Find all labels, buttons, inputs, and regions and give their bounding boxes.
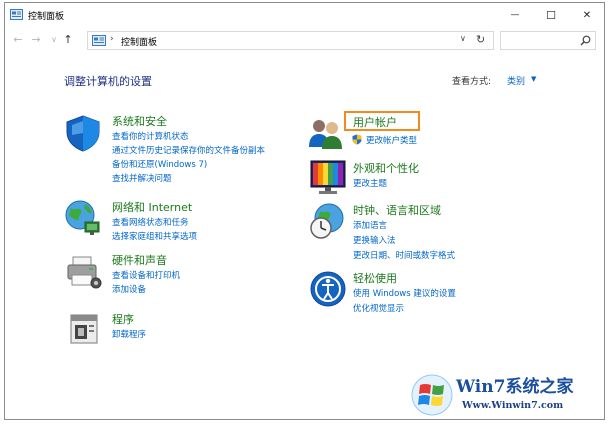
window-title: 控制面板 [28, 12, 65, 22]
link-change-input-method[interactable]: 更换输入法 [353, 234, 396, 246]
refresh-icon[interactable]: ↻ [476, 33, 485, 46]
category-user-accounts[interactable]: 用户帐户 [353, 114, 397, 130]
category-clock-language-region[interactable]: 时钟、语言和区域 [353, 202, 441, 218]
programs-icon[interactable] [65, 307, 105, 347]
category-hardware-sound[interactable]: 硬件和声音 [112, 252, 167, 268]
users-icon[interactable] [305, 113, 345, 153]
link-backup-restore[interactable]: 备份和还原(Windows 7) [112, 158, 207, 170]
link-network-status[interactable]: 查看网络状态和任务 [112, 216, 189, 228]
forward-arrow-icon[interactable]: → [29, 33, 43, 47]
search-input[interactable] [500, 31, 596, 50]
category-programs[interactable]: 程序 [112, 311, 134, 327]
control-panel-window: 控制面板 — ☐ ✕ ← → ∨ ↑ › 控制面板 ∨ ↻ 调整计算机的设置 查… [4, 2, 605, 420]
link-homegroup-sharing[interactable]: 选择家庭组和共享选项 [112, 230, 197, 242]
address-bar[interactable]: › 控制面板 ∨ ↻ [87, 31, 494, 50]
windows-flag-icon [411, 374, 453, 416]
view-by-dropdown-arrow-icon[interactable]: ▼ [531, 75, 536, 83]
control-panel-icon [10, 9, 23, 20]
view-by-label: 查看方式: [452, 77, 492, 87]
maximize-icon: ☐ [546, 8, 556, 22]
watermark-logo: Win7系统之家 Www.Winwin7.com [408, 370, 605, 420]
network-globe-icon[interactable] [63, 198, 103, 238]
link-troubleshoot[interactable]: 查找并解决问题 [112, 172, 172, 184]
ease-of-access-icon[interactable] [308, 269, 348, 309]
minimize-icon: — [510, 10, 520, 20]
view-by-dropdown[interactable]: 类别 [507, 74, 525, 87]
link-add-device[interactable]: 添加设备 [112, 283, 146, 295]
breadcrumb-separator-icon: › [110, 34, 114, 44]
link-optimize-visual-display[interactable]: 优化视觉显示 [353, 302, 404, 314]
close-button[interactable]: ✕ [569, 3, 604, 27]
uac-shield-icon [352, 134, 362, 145]
printer-icon[interactable] [63, 251, 103, 291]
link-devices-printers[interactable]: 查看设备和打印机 [112, 269, 180, 281]
back-arrow-icon[interactable]: ← [11, 33, 25, 47]
search-icon[interactable] [580, 35, 591, 46]
breadcrumb-control-panel[interactable]: 控制面板 [121, 35, 157, 48]
link-recommended-settings[interactable]: 使用 Windows 建议的设置 [353, 287, 456, 299]
appearance-monitor-icon[interactable] [308, 157, 348, 197]
category-appearance-personalization[interactable]: 外观和个性化 [353, 160, 419, 176]
close-icon: ✕ [582, 9, 592, 21]
control-panel-icon [92, 35, 106, 46]
link-view-computer-status[interactable]: 查看你的计算机状态 [112, 130, 189, 142]
watermark-brand: Win7系统之家 [456, 377, 574, 397]
recent-locations-chevron-icon[interactable]: ∨ [47, 33, 61, 47]
category-system-security[interactable]: 系统和安全 [112, 113, 167, 129]
address-dropdown-icon[interactable]: ∨ [460, 34, 466, 43]
watermark-url: Www.Winwin7.com [462, 400, 564, 411]
link-uninstall-program[interactable]: 卸载程序 [112, 328, 146, 340]
page-title: 调整计算机的设置 [64, 75, 152, 88]
up-arrow-icon[interactable]: ↑ [61, 33, 75, 47]
link-change-account-type[interactable]: 更改帐户类型 [366, 134, 417, 146]
category-ease-of-access[interactable]: 轻松使用 [353, 270, 397, 286]
link-change-theme[interactable]: 更改主题 [353, 177, 387, 189]
shield-icon[interactable] [63, 113, 103, 153]
minimize-button[interactable]: — [497, 3, 533, 27]
link-file-history-backup[interactable]: 通过文件历史记录保存你的文件备份副本 [112, 144, 265, 156]
title-bar[interactable]: 控制面板 — ☐ ✕ [5, 3, 604, 27]
category-network-internet[interactable]: 网络和 Internet [112, 199, 192, 215]
link-add-language[interactable]: 添加语言 [353, 219, 387, 231]
navigation-bar: ← → ∨ ↑ › 控制面板 ∨ ↻ [5, 29, 604, 53]
link-change-date-time-format[interactable]: 更改日期、时间或数字格式 [353, 249, 455, 261]
clock-globe-icon[interactable] [308, 201, 348, 241]
maximize-button[interactable]: ☐ [533, 3, 569, 27]
